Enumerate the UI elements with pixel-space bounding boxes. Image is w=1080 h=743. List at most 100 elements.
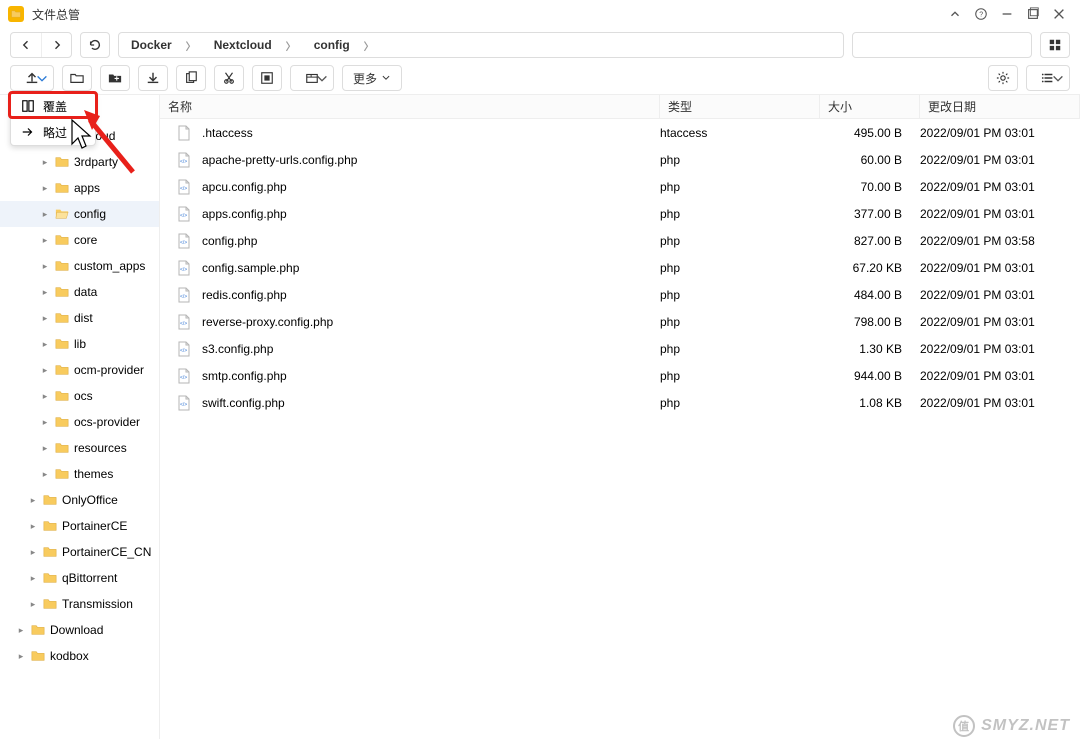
tree-twisty-icon[interactable]: ▸ [40, 183, 50, 194]
tree-twisty-icon[interactable]: ▸ [40, 443, 50, 454]
upload-button[interactable] [10, 65, 54, 91]
file-type: php [660, 261, 820, 275]
file-row[interactable]: apcu.config.phpphp70.00 B2022/09/01 PM 0… [160, 173, 1080, 200]
minimize-button[interactable] [994, 4, 1020, 24]
file-list: 名称 类型 大小 更改日期 .htaccesshtaccess495.00 B2… [160, 95, 1080, 739]
file-type: php [660, 369, 820, 383]
tree-twisty-icon[interactable]: ▸ [40, 365, 50, 376]
tree-label: resources [74, 441, 127, 455]
tree-node[interactable]: ▸dist [0, 305, 159, 331]
file-row[interactable]: reverse-proxy.config.phpphp798.00 B2022/… [160, 308, 1080, 335]
tree-node[interactable]: ▸custom_apps [0, 253, 159, 279]
tree-node[interactable]: ▸lib [0, 331, 159, 357]
folder-icon [54, 389, 70, 403]
view-mode-button[interactable] [1026, 65, 1070, 91]
file-size: 827.00 B [820, 234, 920, 248]
tree-twisty-icon[interactable]: ▸ [40, 339, 50, 350]
close-button[interactable] [1046, 4, 1072, 24]
tree-twisty-icon[interactable]: ▸ [40, 209, 50, 220]
tree-node[interactable]: ▸kodbox [0, 643, 159, 669]
tree-twisty-icon[interactable]: ▸ [16, 651, 26, 662]
file-name: .htaccess [202, 126, 253, 140]
tree-twisty-icon[interactable]: ▸ [16, 625, 26, 636]
tree-node[interactable]: ▸apps [0, 175, 159, 201]
tree-twisty-icon[interactable]: ▸ [40, 157, 50, 168]
tree-node[interactable]: ▸ PortainerCE_CN [0, 539, 159, 565]
copy-button[interactable] [176, 65, 206, 91]
tree-node[interactable]: ▸ resources [0, 435, 159, 461]
file-size: 377.00 B [820, 207, 920, 221]
upload-overwrite-item[interactable]: 覆盖 [11, 93, 95, 119]
tree-twisty-icon[interactable]: ▸ [40, 287, 50, 298]
file-row[interactable]: redis.config.phpphp484.00 B2022/09/01 PM… [160, 281, 1080, 308]
tree-twisty-icon[interactable]: ▸ [28, 599, 38, 610]
refresh-button[interactable] [80, 32, 110, 58]
file-row[interactable]: .htaccesshtaccess495.00 B2022/09/01 PM 0… [160, 119, 1080, 146]
file-date: 2022/09/01 PM 03:01 [920, 288, 1080, 302]
tree-twisty-icon[interactable]: ▸ [40, 261, 50, 272]
upload-skip-item[interactable]: 略过 [11, 119, 95, 145]
maximize-button[interactable] [1020, 4, 1046, 24]
tree-node[interactable]: ▸PortainerCE [0, 513, 159, 539]
column-date[interactable]: 更改日期 [920, 95, 1080, 118]
file-icon [176, 125, 192, 141]
search-input[interactable] [852, 32, 1032, 58]
file-row[interactable]: s3.config.phpphp1.30 KB2022/09/01 PM 03:… [160, 335, 1080, 362]
download-button[interactable] [138, 65, 168, 91]
file-row[interactable]: apache-pretty-urls.config.phpphp60.00 B2… [160, 146, 1080, 173]
help-button[interactable] [968, 4, 994, 24]
file-row[interactable]: config.phpphp827.00 B2022/09/01 PM 03:58 [160, 227, 1080, 254]
new-folder-plus-button[interactable] [100, 65, 130, 91]
file-date: 2022/09/01 PM 03:01 [920, 369, 1080, 383]
file-size: 70.00 B [820, 180, 920, 194]
file-row[interactable]: config.sample.phpphp67.20 KB2022/09/01 P… [160, 254, 1080, 281]
file-type: php [660, 207, 820, 221]
tree-node[interactable]: ▸qBittorrent [0, 565, 159, 591]
tree-twisty-icon[interactable]: ▸ [28, 573, 38, 584]
tree-node[interactable]: ▸data [0, 279, 159, 305]
tree-node[interactable]: ▸ocs [0, 383, 159, 409]
settings-button[interactable] [988, 65, 1018, 91]
tree-node[interactable]: ▸OnlyOffice [0, 487, 159, 513]
tree-node[interactable]: ▸Download [0, 617, 159, 643]
tree-node[interactable]: ▸core [0, 227, 159, 253]
tree-node[interactable]: ▸config [0, 201, 159, 227]
file-name: reverse-proxy.config.php [202, 315, 333, 329]
tree-node[interactable]: ▸Transmission [0, 591, 159, 617]
file-row[interactable]: smtp.config.phpphp944.00 B2022/09/01 PM … [160, 362, 1080, 389]
tree-twisty-icon[interactable]: ▸ [40, 469, 50, 480]
tree-twisty-icon[interactable]: ▸ [28, 547, 38, 558]
column-size[interactable]: 大小 [820, 95, 920, 118]
tree-twisty-icon[interactable]: ▸ [40, 313, 50, 324]
tree-node[interactable]: ▸ocm-provider [0, 357, 159, 383]
tree-twisty-icon[interactable]: ▸ [28, 521, 38, 532]
column-name[interactable]: 名称 [160, 95, 660, 118]
collapse-button[interactable] [942, 4, 968, 24]
new-folder-button[interactable] [62, 65, 92, 91]
folder-icon [54, 259, 70, 273]
back-button[interactable] [11, 33, 41, 57]
forward-button[interactable] [41, 33, 71, 57]
file-row[interactable]: swift.config.phpphp1.08 KB2022/09/01 PM … [160, 389, 1080, 416]
file-row[interactable]: apps.config.phpphp377.00 B2022/09/01 PM … [160, 200, 1080, 227]
more-button[interactable]: 更多 [342, 65, 402, 91]
cut-button[interactable] [214, 65, 244, 91]
view-grid-button[interactable] [1040, 32, 1070, 58]
watermark: 值 SMYZ.NET [953, 715, 1070, 737]
tree-twisty-icon[interactable]: ▸ [40, 391, 50, 402]
tree-twisty-icon[interactable]: ▸ [40, 417, 50, 428]
archive-button[interactable] [290, 65, 334, 91]
file-name: redis.config.php [202, 288, 287, 302]
column-type[interactable]: 类型 [660, 95, 820, 118]
tree-node[interactable]: ▸themes [0, 461, 159, 487]
file-icon [176, 314, 192, 330]
select-all-button[interactable] [252, 65, 282, 91]
folder-icon [54, 155, 70, 169]
tree-node[interactable]: ▸3rdparty [0, 149, 159, 175]
breadcrumb[interactable]: Docker〉 Nextcloud〉 config〉 [118, 32, 844, 58]
tree-twisty-icon[interactable]: ▸ [40, 235, 50, 246]
tree-node[interactable]: ▸ocs-provider [0, 409, 159, 435]
folder-tree[interactable]: ▾Docker▾Nextcloud▸3rdparty▸apps▸config▸c… [0, 95, 160, 739]
tree-label: PortainerCE_CN [62, 545, 151, 559]
tree-twisty-icon[interactable]: ▸ [28, 495, 38, 506]
